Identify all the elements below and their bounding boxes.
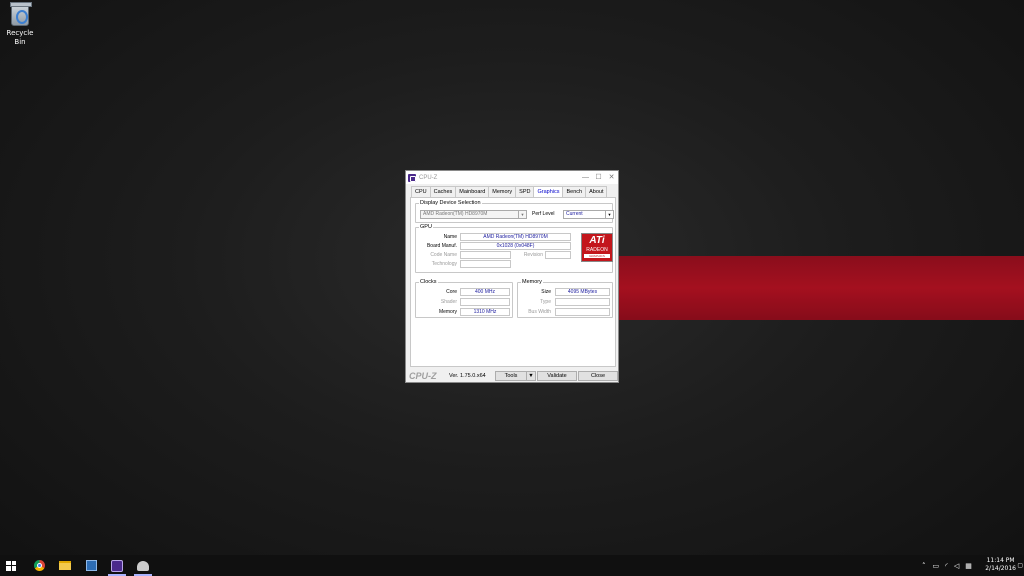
task-manager-icon xyxy=(85,560,97,571)
code-name-label: Code Name xyxy=(430,252,457,258)
technology-label: Technology xyxy=(431,261,457,267)
desktop-icon-recycle-bin[interactable]: Recycle Bin xyxy=(2,2,38,47)
chevron-down-icon: ▼ xyxy=(518,211,526,218)
memory-type-label: Type xyxy=(540,299,551,305)
gpu-legend: GPU xyxy=(419,224,433,231)
shader-clock-label: Shader xyxy=(440,299,457,305)
display-device-legend: Display Device Selection xyxy=(419,200,482,207)
start-icon xyxy=(6,560,16,571)
tab-about[interactable]: About xyxy=(585,186,608,197)
memory-size-value: 4095 MBytes xyxy=(555,288,610,296)
taskbar: ˄ ▭ ◜ ◁ ▦ 11:14 PM 2/14/2016 ▢ xyxy=(0,555,1024,576)
revision-value xyxy=(545,251,571,259)
battery-icon[interactable]: ▭ xyxy=(933,562,940,570)
app-icon xyxy=(137,560,149,571)
window-title: CPU-Z xyxy=(419,174,438,181)
clocks-legend: Clocks xyxy=(419,279,438,286)
logo-text-graphics: GRAPHICS xyxy=(584,254,610,258)
minimize-button[interactable]: — xyxy=(579,171,592,184)
file-explorer-icon xyxy=(59,561,71,570)
chevron-down-icon: ▼ xyxy=(605,211,613,218)
cpu-z-window: CPU-Z — ☐ ✕ CPU Caches Mainboard Memory … xyxy=(405,170,619,383)
ati-radeon-logo: ATi RADEON GRAPHICS xyxy=(581,233,613,262)
start-button[interactable] xyxy=(0,555,22,576)
memory-clock-label: Memory xyxy=(438,309,457,315)
display-device-select[interactable]: AMD Radeon(TM) HD8970M ▼ xyxy=(420,210,527,219)
bus-width-label: Bus Width xyxy=(528,309,551,315)
memory-size-label: Size xyxy=(541,289,551,295)
desktop-icon-label: Recycle Bin xyxy=(6,29,34,46)
taskbar-chrome[interactable] xyxy=(28,555,50,576)
keyboard-icon[interactable]: ▦ xyxy=(965,562,972,570)
core-clock-label: Core xyxy=(446,289,457,295)
recycle-bin-icon xyxy=(10,2,32,26)
tab-memory[interactable]: Memory xyxy=(488,186,517,197)
core-clock-value: 400 MHz xyxy=(460,288,510,296)
tab-spd[interactable]: SPD xyxy=(515,186,535,197)
version-text: Ver. 1.75.0.x64 xyxy=(449,373,486,379)
gpu-name-label: Name xyxy=(443,234,457,240)
shader-clock-value xyxy=(460,298,510,306)
clock[interactable]: 11:14 PM 2/14/2016 xyxy=(985,557,1016,573)
memory-clock-value: 1310 MHz xyxy=(460,308,510,316)
volume-icon[interactable]: ◁ xyxy=(954,562,959,570)
chevron-down-icon: ▼ xyxy=(528,373,534,379)
wifi-icon[interactable]: ◜ xyxy=(945,562,948,570)
perf-level-label: Perf Level xyxy=(532,211,555,217)
tools-dropdown-button[interactable]: ▼ xyxy=(526,371,536,381)
logo-text-radeon: RADEON xyxy=(586,247,608,253)
logo-text-ati: ATi xyxy=(589,235,605,246)
board-manuf-label: Board Manuf. xyxy=(426,243,457,249)
tools-button[interactable]: Tools xyxy=(495,371,527,381)
chrome-icon xyxy=(33,560,45,571)
memory-type-value xyxy=(555,298,610,306)
chevron-up-icon[interactable]: ˄ xyxy=(922,562,926,570)
perf-level-select[interactable]: Current ▼ xyxy=(563,210,614,219)
title-bar[interactable]: CPU-Z — ☐ ✕ xyxy=(406,171,618,184)
clock-date: 2/14/2016 xyxy=(985,565,1016,572)
display-device-value: AMD Radeon(TM) HD8970M xyxy=(423,211,488,217)
perf-level-value: Current xyxy=(566,211,583,217)
validate-button[interactable]: Validate xyxy=(537,371,577,381)
bus-width-value xyxy=(555,308,610,316)
display-device-group: Display Device Selection AMD Radeon(TM) … xyxy=(415,200,614,223)
technology-value xyxy=(460,260,511,268)
window-footer: CPU-Z Ver. 1.75.0.x64 Tools ▼ Validate C… xyxy=(406,370,618,382)
revision-label: Revision xyxy=(523,252,543,258)
memory-legend: Memory xyxy=(521,279,543,286)
clocks-group: Clocks Core 400 MHz Shader Memory 1310 M… xyxy=(415,279,513,318)
tab-mainboard[interactable]: Mainboard xyxy=(455,186,490,197)
wallpaper-red-stripe xyxy=(619,256,1024,320)
tab-bar: CPU Caches Mainboard Memory SPD Graphics… xyxy=(411,186,608,198)
code-name-value xyxy=(460,251,511,259)
tab-bench[interactable]: Bench xyxy=(562,186,587,197)
clock-time: 11:14 PM xyxy=(986,557,1015,564)
system-tray: ˄ ▭ ◜ ◁ ▦ xyxy=(922,555,978,576)
board-manuf-value: 0x1028 (0x048F) xyxy=(460,242,571,250)
taskbar-app[interactable] xyxy=(132,555,154,576)
taskbar-cpu-z[interactable] xyxy=(106,555,128,576)
tab-cpu[interactable]: CPU xyxy=(411,186,431,197)
notifications-icon[interactable]: ▢ xyxy=(1017,562,1023,569)
cpu-z-brand: CPU-Z xyxy=(409,371,437,381)
gpu-name-value: AMD Radeon(TM) HD8970M xyxy=(460,233,571,241)
cpu-z-icon xyxy=(111,559,123,572)
taskbar-task-manager[interactable] xyxy=(80,555,102,576)
close-window-button[interactable]: ✕ xyxy=(605,171,618,184)
tab-caches[interactable]: Caches xyxy=(429,186,457,197)
maximize-button[interactable]: ☐ xyxy=(592,171,605,184)
cpu-z-app-icon[interactable] xyxy=(408,173,416,182)
close-button[interactable]: Close xyxy=(578,371,618,381)
graphics-panel: Display Device Selection AMD Radeon(TM) … xyxy=(410,197,616,367)
taskbar-file-explorer[interactable] xyxy=(54,555,76,576)
memory-group: Memory Size 4095 MBytes Type Bus Width xyxy=(517,279,613,318)
